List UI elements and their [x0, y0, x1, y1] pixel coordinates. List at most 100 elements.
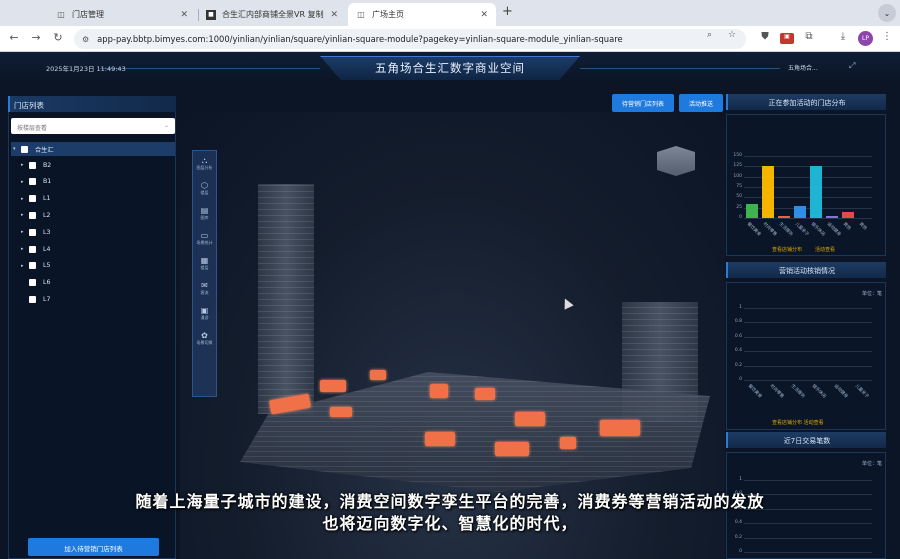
toolbar-button[interactable]: ▤ 图库 [192, 206, 217, 220]
checkbox[interactable] [29, 195, 36, 203]
bar-4[interactable] [810, 166, 822, 218]
toolbar-button[interactable]: ✿ 场景切换 [192, 331, 217, 345]
checkbox[interactable] [29, 161, 36, 169]
menu-dots-icon[interactable]: ⋮ [880, 31, 894, 42]
tree-item-floor-l3[interactable]: ▸ L3 [21, 225, 50, 239]
tree-item-floor-l4[interactable]: ▸ L4 [21, 242, 50, 256]
grid-line [744, 365, 872, 367]
pending-list-button[interactable]: 待营销门店列表 [612, 94, 674, 112]
sales-links[interactable]: 查看店铺分布 活动查看 [772, 419, 824, 426]
download-icon[interactable]: ⤓ [836, 31, 850, 42]
toolbar-label: 漫游 [200, 315, 209, 320]
reload-icon: ↻ [53, 31, 63, 44]
close-icon[interactable]: ✕ [180, 10, 188, 20]
forward-button[interactable]: → [28, 31, 44, 44]
shop-highlight[interactable] [600, 420, 640, 436]
shop-highlight[interactable] [330, 407, 352, 417]
close-icon[interactable]: ✕ [480, 10, 488, 20]
tree-root-label: 合生汇 [35, 146, 54, 154]
bar-2[interactable] [778, 215, 790, 218]
bar-5[interactable] [826, 215, 838, 218]
checkbox[interactable] [29, 211, 36, 219]
close-icon[interactable]: ✕ [330, 10, 338, 20]
view-cube-icon[interactable] [657, 146, 695, 176]
floor-filter-select[interactable]: 按楼层查看 ⌄ [11, 118, 175, 134]
shield-icon[interactable]: ⛊ [758, 31, 772, 42]
checkbox[interactable] [21, 145, 28, 153]
floor-label: B1 [43, 178, 52, 186]
checkbox[interactable] [29, 295, 36, 303]
tab-search-button[interactable]: ⌄ [878, 4, 896, 22]
shop-highlight[interactable] [430, 384, 448, 398]
y-tick-label: 0.6 [734, 505, 742, 511]
checkbox[interactable] [29, 228, 36, 236]
url-field[interactable]: ⚙ app-pay.bbtp.bimyes.com:1000/yinlian/y… [74, 29, 746, 49]
shop-highlight[interactable] [320, 380, 346, 392]
bookmark-star-icon[interactable]: ☆ [728, 30, 736, 40]
tree-item-floor-l6[interactable]: L6 [21, 276, 50, 290]
toolbar-label: 场景切换 [196, 340, 213, 345]
shop-highlight[interactable] [560, 437, 576, 449]
bar-0[interactable] [746, 203, 758, 218]
site-info-icon[interactable]: ⚙ [82, 35, 89, 44]
back-button[interactable]: ← [6, 31, 22, 44]
shop-highlight[interactable] [425, 432, 455, 446]
grid-line [744, 308, 872, 309]
bar-3[interactable] [794, 205, 806, 218]
tree-item-floor-l1[interactable]: ▸ L1 [21, 192, 50, 206]
tab-square-home[interactable]: ◫ 广场主页 ✕ [348, 3, 496, 26]
tree-item-floor-b2[interactable]: ▸ B2 [21, 158, 51, 172]
reload-button[interactable]: ↻ [50, 31, 66, 44]
new-tab-button[interactable]: + [502, 4, 513, 19]
checkbox[interactable] [29, 279, 36, 287]
tree-item-floor-l5[interactable]: ▸ L5 [21, 259, 50, 273]
toolbar-button[interactable]: ▣ 漫游 [192, 306, 217, 320]
caret-down-icon[interactable]: ▾ [13, 146, 21, 152]
checkbox[interactable] [29, 262, 36, 270]
shop-highlight[interactable] [515, 412, 545, 426]
bar-6[interactable] [842, 211, 854, 218]
bar-1[interactable] [762, 166, 774, 218]
shop-highlight[interactable] [495, 442, 529, 456]
add-to-pending-button[interactable]: 加入待营销门店列表 [28, 538, 159, 556]
push-activity-button[interactable]: 活动推送 [679, 94, 723, 112]
checkbox[interactable] [29, 245, 36, 253]
y-tick-label: 75 [736, 184, 742, 189]
extension-icon[interactable]: ▣ [780, 33, 794, 44]
caret-right-icon[interactable]: ▸ [21, 179, 29, 185]
view-activity-link[interactable]: 活动查看 [815, 246, 835, 253]
caret-right-icon[interactable]: ▸ [21, 162, 29, 168]
checkbox[interactable] [29, 178, 36, 186]
toolbar-button[interactable]: ⛬ 图层分析 [192, 156, 217, 170]
tree-item-floor-l7[interactable]: L7 [21, 292, 50, 306]
page-icon: ◫ [57, 10, 65, 19]
caret-right-icon[interactable]: ▸ [21, 196, 29, 202]
caret-right-icon[interactable]: ▸ [21, 263, 29, 269]
toolbar-button[interactable]: ▦ 楼层 [192, 256, 217, 270]
zoom-icon[interactable]: ⌕ [707, 30, 712, 40]
tab-store-management[interactable]: ◫ 门店管理 ✕ [48, 3, 196, 26]
fullscreen-icon[interactable]: ⤢ [849, 61, 855, 71]
shop-highlight[interactable] [370, 370, 386, 380]
caret-right-icon[interactable]: ▸ [21, 246, 29, 252]
toolbar-button[interactable]: ✉ 客流 [192, 281, 217, 295]
tab-vr-copy[interactable]: ■ 合生汇内部商铺全景VR 复制 ✕ [198, 3, 346, 26]
tree-item-floor-l2[interactable]: ▸ L2 [21, 208, 50, 222]
y-tick-label: 0.6 [734, 333, 742, 339]
shop-highlight[interactable] [475, 388, 495, 400]
view-store-link[interactable]: 查看店铺分布 [772, 246, 802, 253]
toolbar-button[interactable]: ▭ 场景统计 [192, 231, 217, 245]
grid-line [744, 508, 872, 510]
toolbar-button[interactable]: ⬡ 楼层 [192, 181, 217, 195]
page-icon: ◫ [357, 10, 365, 19]
caret-right-icon[interactable]: ▸ [21, 212, 29, 218]
tree-item-floor-b1[interactable]: ▸ B1 [21, 175, 51, 189]
tree-root-row[interactable]: ▾ 合生汇 [13, 142, 54, 156]
puzzle-icon[interactable]: ⧉ [802, 31, 816, 42]
caret-right-icon[interactable]: ▸ [21, 229, 29, 235]
y-tick-label: 0.2 [734, 362, 742, 368]
toolbar-label: 图库 [200, 215, 209, 220]
message-icon: ✉ [201, 281, 208, 290]
grid-icon: ▦ [200, 256, 209, 265]
avatar[interactable]: LP [858, 31, 873, 46]
